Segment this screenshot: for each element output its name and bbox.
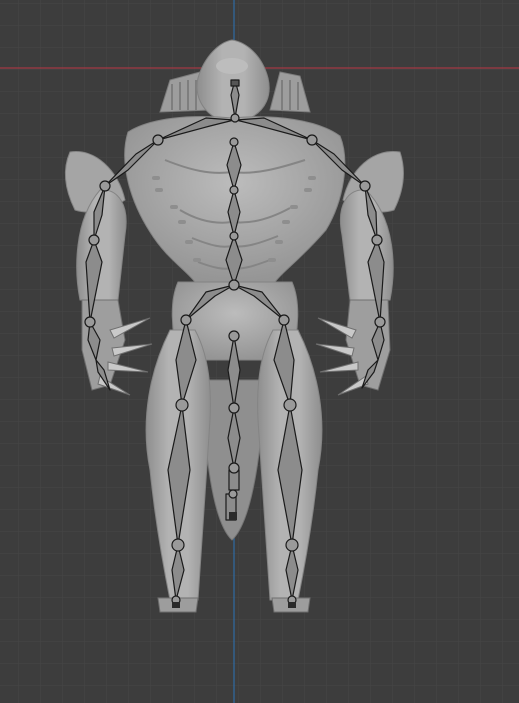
bone-head-tip	[230, 79, 240, 87]
3d-viewport[interactable]	[0, 0, 519, 703]
